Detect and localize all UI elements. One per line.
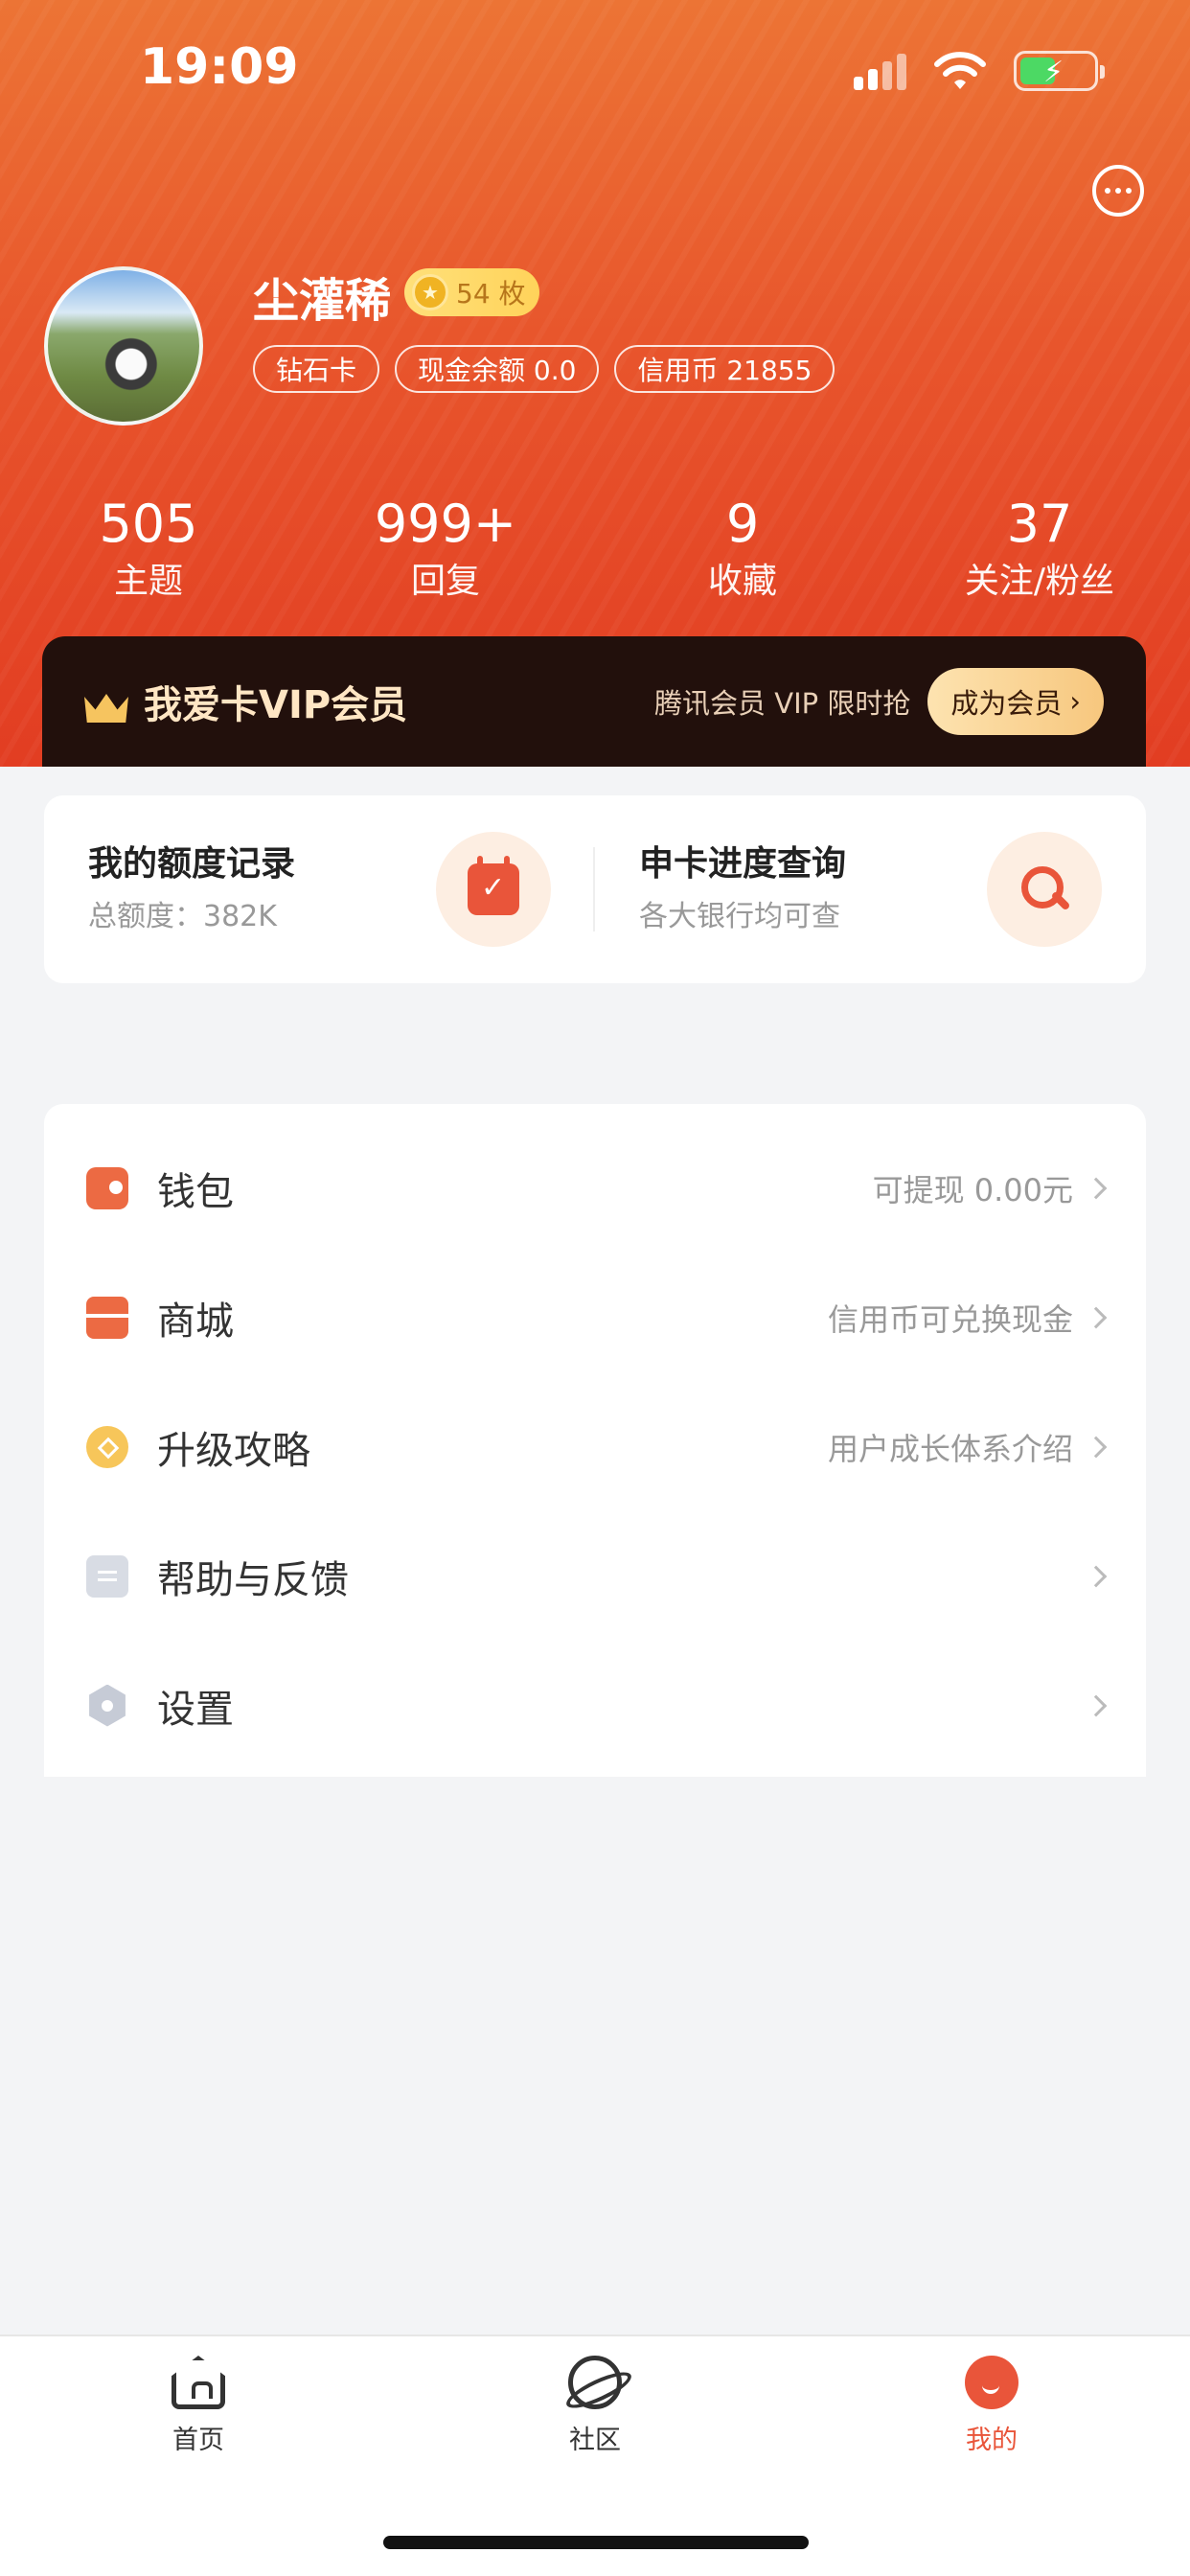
help-icon bbox=[86, 1554, 128, 1598]
upgrade-icon bbox=[86, 1425, 128, 1468]
stat-value: 9 bbox=[725, 494, 760, 554]
home-icon bbox=[172, 2356, 225, 2409]
menu-item-hint: 用户成长体系介绍 bbox=[827, 1430, 1073, 1467]
menu-item-settings[interactable]: 设置 bbox=[44, 1641, 1146, 1770]
menu-item-hint: 信用币可兑换现金 bbox=[827, 1300, 1073, 1338]
stat-value: 999+ bbox=[374, 494, 517, 554]
menu-item-wallet[interactable]: 钱包 可提现 0.00元 bbox=[44, 1123, 1146, 1253]
menu-item-help[interactable]: 帮助与反馈 bbox=[44, 1511, 1146, 1641]
avatar[interactable] bbox=[44, 266, 203, 426]
profile-icon bbox=[965, 2356, 1018, 2409]
tab-label: 社区 bbox=[569, 2426, 621, 2455]
medal-icon: ★ bbox=[412, 274, 448, 310]
shop-icon bbox=[86, 1296, 128, 1339]
menu-item-hint: 可提现 0.00元 bbox=[872, 1171, 1073, 1208]
application-progress[interactable]: 申卡进度查询 各大银行均可查 bbox=[595, 795, 1146, 983]
wifi-icon bbox=[934, 52, 986, 89]
stat-favorites[interactable]: 9 收藏 bbox=[594, 491, 891, 606]
vip-banner[interactable]: 我爱卡VIP会员 腾讯会员 VIP 限时抢 成为会员 › bbox=[42, 636, 1146, 767]
tab-label: 我的 bbox=[966, 2426, 1018, 2455]
wallet-icon bbox=[86, 1166, 128, 1209]
stat-label: 收藏 bbox=[707, 562, 777, 601]
vip-subtitle: 腾讯会员 VIP 限时抢 bbox=[654, 687, 911, 720]
menu-item-shop[interactable]: 商城 信用币可兑换现金 bbox=[44, 1253, 1146, 1382]
status-time: 19:09 bbox=[140, 38, 299, 96]
become-member-button[interactable]: 成为会员 › bbox=[927, 668, 1104, 735]
chevron-right-icon bbox=[1085, 1694, 1108, 1716]
menu-item-label: 设置 bbox=[157, 1687, 234, 1732]
chevron-right-icon bbox=[1085, 1306, 1108, 1328]
quick-actions-card: 我的额度记录 总额度：382K 申卡进度查询 各大银行均可查 bbox=[44, 795, 1146, 983]
menu-item-label: 钱包 bbox=[157, 1169, 234, 1214]
quota-records[interactable]: 我的额度记录 总额度：382K bbox=[44, 795, 595, 983]
vip-title: 我爱卡VIP会员 bbox=[144, 683, 408, 727]
stat-label: 主题 bbox=[113, 562, 183, 601]
medal-count: 54 枚 bbox=[456, 278, 526, 310]
battery-icon: ⚡ bbox=[1014, 51, 1105, 91]
medal-badge[interactable]: ★ 54 枚 bbox=[404, 268, 539, 316]
tab-label: 首页 bbox=[172, 2426, 224, 2455]
chevron-right-icon: › bbox=[1069, 685, 1081, 718]
quota-records-title: 我的额度记录 bbox=[88, 844, 296, 884]
stat-follow-fans[interactable]: 37 关注/粉丝 bbox=[891, 491, 1188, 606]
message-button[interactable] bbox=[1092, 165, 1144, 217]
application-progress-subtitle: 各大银行均可查 bbox=[639, 900, 840, 933]
application-progress-title: 申卡进度查询 bbox=[639, 844, 847, 884]
status-icons: ⚡ bbox=[854, 46, 1105, 96]
crown-icon bbox=[84, 680, 128, 723]
chip-credit-coins[interactable]: 信用币 21855 bbox=[614, 345, 835, 393]
become-member-label: 成为会员 bbox=[950, 687, 1063, 720]
chip-cash-balance[interactable]: 现金余额 0.0 bbox=[395, 345, 600, 393]
tab-home[interactable]: 首页 bbox=[0, 2336, 397, 2576]
username[interactable]: 尘灌稀 bbox=[253, 263, 391, 330]
menu-item-label: 商城 bbox=[157, 1299, 234, 1344]
stat-topics[interactable]: 505 主题 bbox=[0, 491, 297, 606]
menu-item-upgrade[interactable]: 升级攻略 用户成长体系介绍 bbox=[44, 1382, 1146, 1511]
menu-list: 钱包 可提现 0.00元 商城 信用币可兑换现金 升级攻略 用户成长体系介绍 帮… bbox=[44, 1104, 1146, 1777]
chevron-right-icon bbox=[1085, 1565, 1108, 1587]
chip-card-level[interactable]: 钻石卡 bbox=[253, 345, 380, 393]
profile-chips: 钻石卡 现金余额 0.0 信用币 21855 bbox=[253, 345, 835, 393]
chevron-right-icon bbox=[1085, 1436, 1108, 1458]
stat-label: 关注/粉丝 bbox=[964, 562, 1115, 601]
menu-item-label: 帮助与反馈 bbox=[157, 1557, 349, 1602]
calendar-check-icon bbox=[468, 856, 519, 915]
tab-mine[interactable]: 我的 bbox=[793, 2336, 1190, 2576]
home-indicator bbox=[383, 2536, 809, 2549]
stat-label: 回复 bbox=[410, 562, 480, 601]
stat-replies[interactable]: 999+ 回复 bbox=[297, 491, 594, 606]
planet-icon bbox=[568, 2356, 622, 2409]
stat-value: 505 bbox=[99, 494, 198, 554]
quota-records-subtitle: 总额度：382K bbox=[88, 900, 277, 933]
menu-item-label: 升级攻略 bbox=[157, 1428, 310, 1473]
settings-icon bbox=[89, 1684, 126, 1727]
cellular-signal-icon bbox=[854, 52, 906, 90]
chevron-right-icon bbox=[1085, 1177, 1108, 1199]
stat-value: 37 bbox=[1006, 494, 1073, 554]
magnifier-icon bbox=[1021, 866, 1067, 912]
stats-row: 505 主题 999+ 回复 9 收藏 37 关注/粉丝 bbox=[0, 491, 1190, 606]
